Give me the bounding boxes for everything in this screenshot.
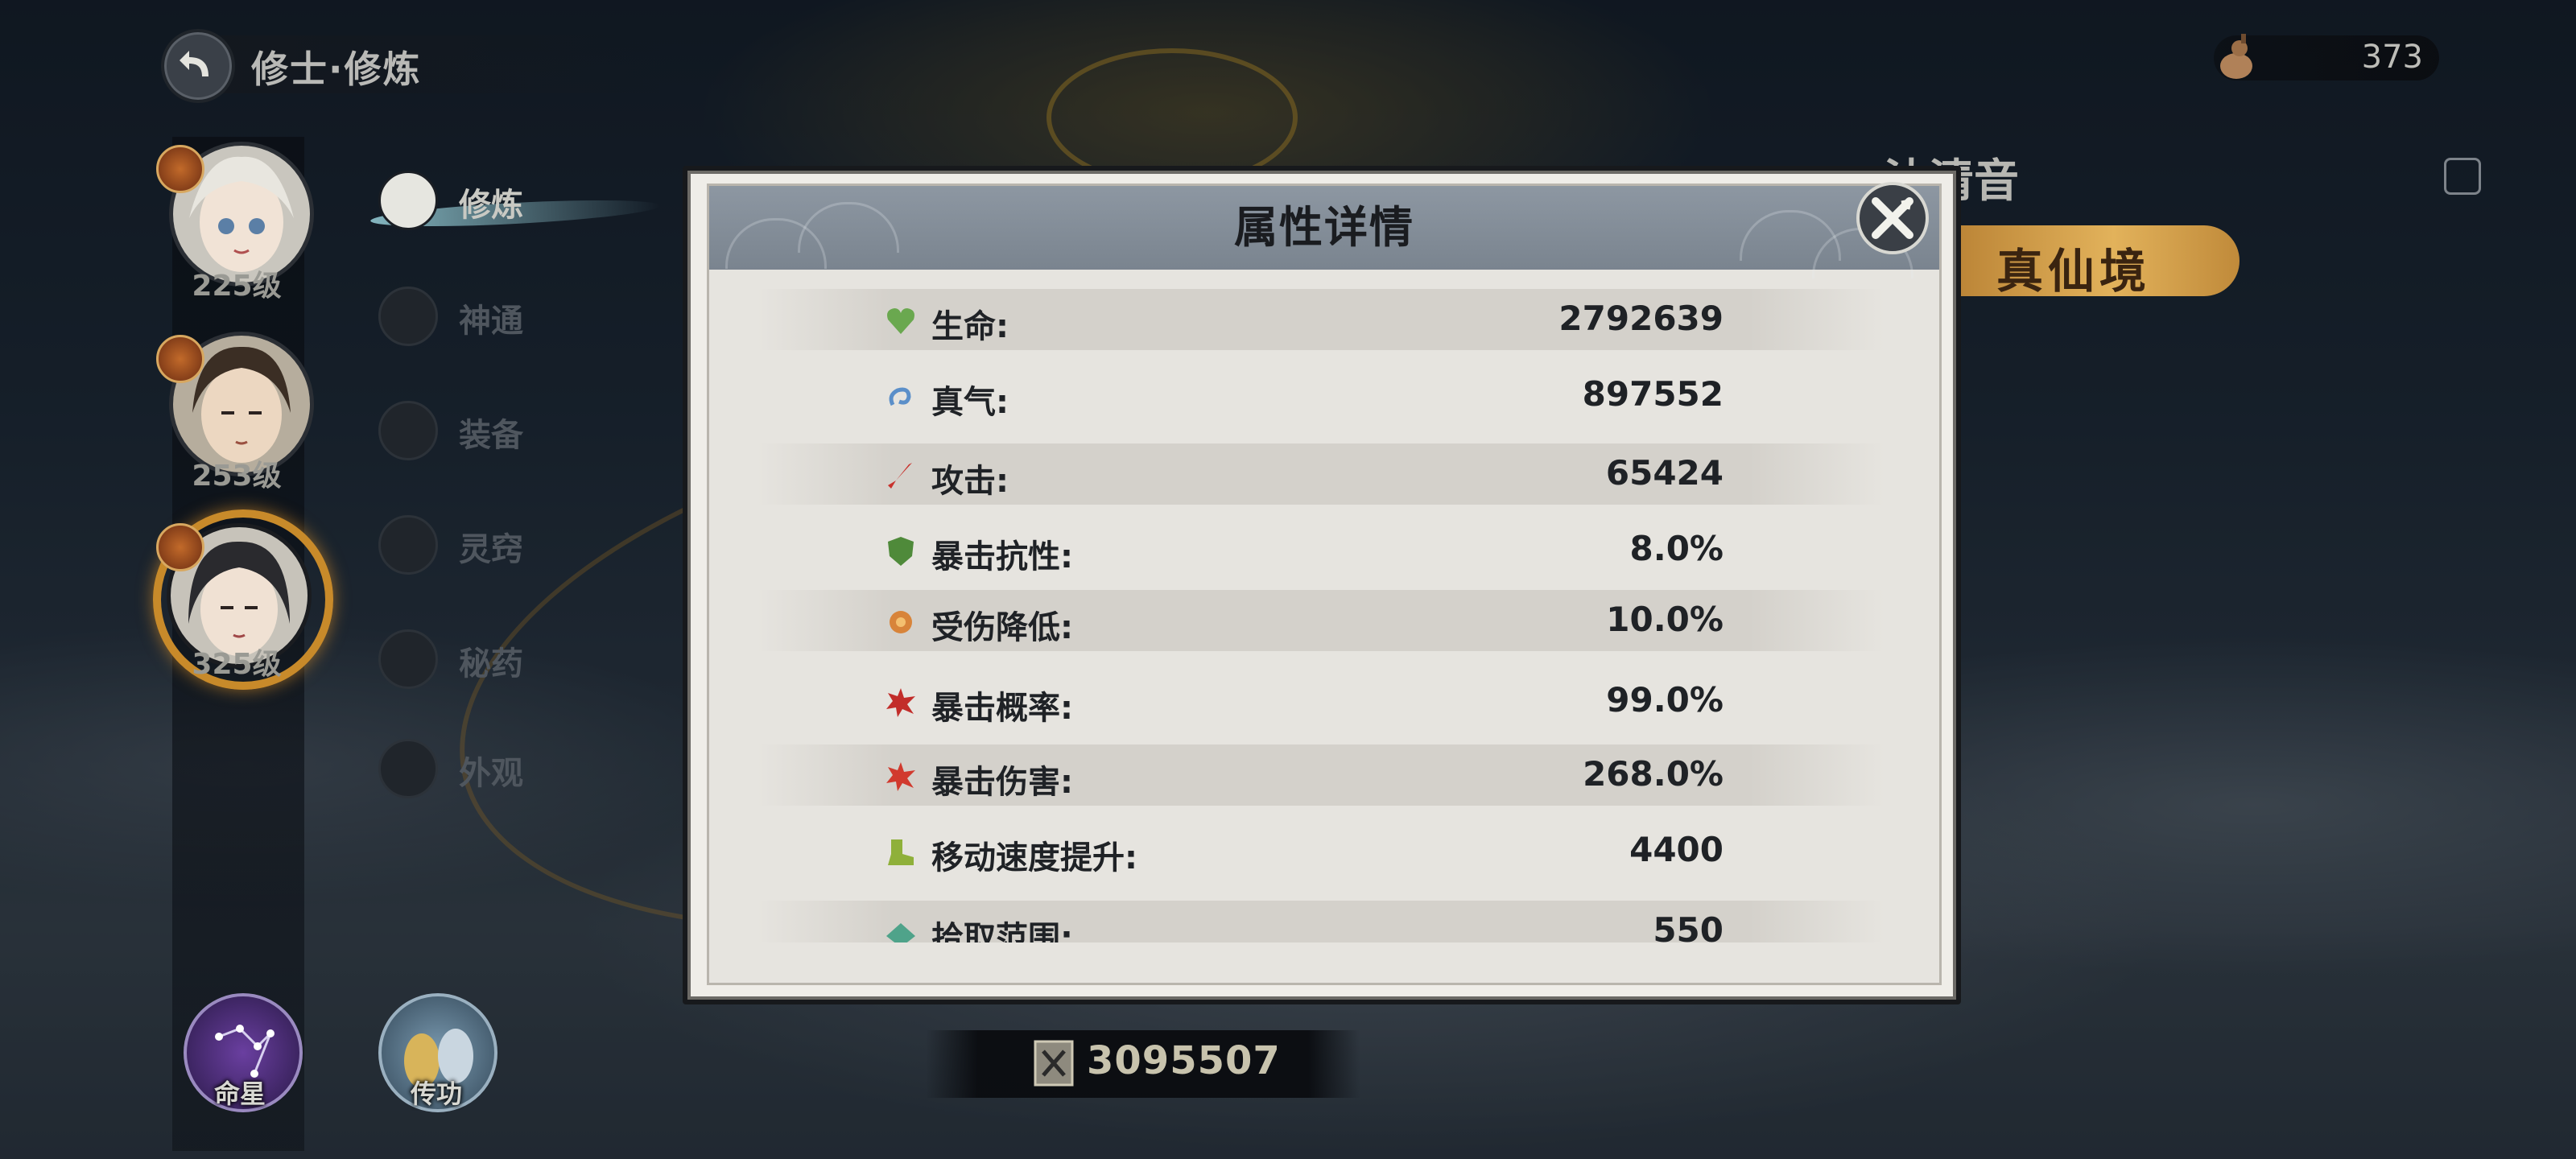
menu-item-skills[interactable]: 神通 <box>378 282 588 346</box>
close-icon <box>1872 197 1913 239</box>
attribute-row: 暴击抗性: 8.0% <box>758 519 1885 580</box>
sword-icon <box>378 287 438 346</box>
attribute-row: 受伤降低: 10.0% <box>758 590 1885 651</box>
attribute-value: 268.0% <box>1583 754 1724 794</box>
character-level: 225级 <box>192 270 282 303</box>
menu-item-equipment[interactable]: 装备 <box>378 396 588 460</box>
attribute-label: 生命: <box>931 308 1009 345</box>
spirit-icon <box>378 515 438 575</box>
flower-icon <box>890 611 912 633</box>
page-title: 修士·修炼 <box>251 47 422 91</box>
attribute-label: 真气: <box>931 384 1009 421</box>
back-button[interactable] <box>161 29 235 103</box>
menu-item-label: 秘药 <box>459 645 523 683</box>
attribute-label: 暴击抗性: <box>931 538 1073 575</box>
share-button[interactable] <box>2444 158 2481 195</box>
attribute-value: 8.0% <box>1629 529 1724 568</box>
attribute-value: 2792639 <box>1558 299 1724 338</box>
attribute-row: 真气: 897552 <box>758 365 1885 426</box>
menu-item-cultivate[interactable]: 修炼 <box>378 166 588 230</box>
attribute-label: 攻击: <box>931 463 1009 500</box>
heart-icon <box>887 308 914 334</box>
attribute-row: 生命: 2792639 <box>758 289 1885 350</box>
shield-icon <box>888 537 914 566</box>
menu-item-spirit[interactable]: 灵窍 <box>378 510 588 575</box>
gourd-icon <box>2220 34 2252 79</box>
attribute-label: 移动速度提升: <box>931 839 1137 876</box>
character-level: 325级 <box>192 648 282 681</box>
attribute-row: 移动速度提升: 4400 <box>758 820 1885 881</box>
yin-yang-icon <box>156 523 204 571</box>
close-button[interactable] <box>1856 182 1929 254</box>
crit-damage-icon <box>886 762 915 791</box>
yin-yang-icon <box>378 171 438 230</box>
back-arrow-icon <box>180 51 208 76</box>
attribute-label: 受伤降低: <box>931 609 1073 646</box>
equipment-icon <box>378 401 438 460</box>
potion-icon <box>378 629 438 689</box>
menu-item-appearance[interactable]: 外观 <box>378 734 588 798</box>
menu-item-label: 灵窍 <box>459 531 523 568</box>
list-bottom-fade <box>709 942 1939 983</box>
clock-icon <box>156 145 204 193</box>
menu-item-potion[interactable]: 秘药 <box>378 625 588 689</box>
menu-item-label: 外观 <box>459 755 523 792</box>
boot-icon <box>888 839 914 865</box>
qi-swirl-icon <box>889 387 911 406</box>
attribute-label: 暴击伤害: <box>931 764 1073 801</box>
modal-body: 属性详情 生命: 2792639 真气: 897552 攻击: 65424 暴击… <box>707 184 1942 985</box>
attribute-row: 攻击: 65424 <box>758 443 1885 505</box>
blade-icon <box>888 463 912 489</box>
attribute-list[interactable]: 生命: 2792639 真气: 897552 攻击: 65424 暴击抗性: 8… <box>709 289 1939 962</box>
attribute-row: 暴击概率: 99.0% <box>758 670 1885 732</box>
crossed-swords-icon <box>1034 1040 1074 1087</box>
attribute-details-modal: 属性详情 生命: 2792639 真气: 897552 攻击: 65424 暴击… <box>683 166 1961 1004</box>
menu-item-label: 神通 <box>459 303 523 340</box>
attribute-label: 暴击概率: <box>931 690 1073 727</box>
star-button-label: 命星 <box>213 1079 266 1109</box>
menu-item-label: 装备 <box>459 417 523 454</box>
character-level: 253级 <box>192 460 282 493</box>
modal-header: 属性详情 <box>709 186 1939 278</box>
realm-label: 真仙境 <box>1996 244 2152 299</box>
attribute-row: 暴击伤害: 268.0% <box>758 744 1885 806</box>
attribute-value: 99.0% <box>1606 680 1724 720</box>
attribute-value: 4400 <box>1629 830 1724 869</box>
menu-item-label: 修炼 <box>459 187 523 224</box>
attribute-value: 65424 <box>1605 453 1724 493</box>
yin-yang-icon <box>156 335 204 383</box>
currency-value: 373 <box>2361 39 2423 76</box>
attribute-value: 10.0% <box>1606 600 1724 639</box>
transfer-button-label: 传功 <box>410 1079 462 1109</box>
combat-power-value: 3095507 <box>1087 1038 1281 1083</box>
appearance-icon <box>378 739 438 798</box>
crit-rate-icon <box>886 688 915 717</box>
modal-title: 属性详情 <box>1234 202 1414 253</box>
attribute-value: 897552 <box>1582 374 1724 414</box>
